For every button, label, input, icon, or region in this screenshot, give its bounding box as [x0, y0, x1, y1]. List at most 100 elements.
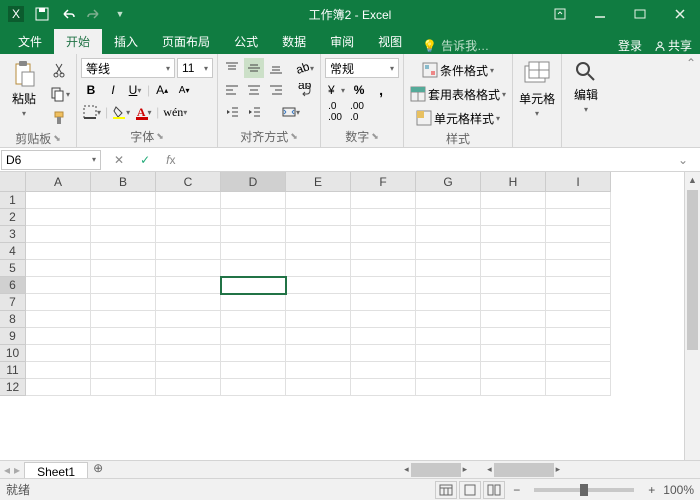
decrease-decimal-button[interactable]: .00.0 — [347, 102, 367, 122]
sheet-nav-prev-icon[interactable]: ▸ — [14, 463, 20, 477]
fill-color-button[interactable]: ▾ — [110, 102, 132, 122]
zoom-level[interactable]: 100% — [663, 483, 694, 497]
tab-审阅[interactable]: 审阅 — [318, 29, 366, 54]
row-header[interactable]: 1 — [0, 192, 26, 209]
cells-button[interactable]: 单元格▾ — [517, 56, 557, 122]
grow-font-button[interactable]: A▴ — [152, 80, 172, 100]
italic-button[interactable]: I — [103, 80, 123, 100]
row-header[interactable]: 12 — [0, 379, 26, 396]
row-header[interactable]: 4 — [0, 243, 26, 260]
enter-formula-icon[interactable]: ✓ — [136, 153, 154, 167]
cell[interactable] — [26, 294, 91, 311]
border-button[interactable]: ▾ — [81, 102, 103, 122]
increase-decimal-button[interactable]: .0.00 — [325, 102, 345, 122]
cell[interactable] — [351, 294, 416, 311]
cell[interactable] — [351, 226, 416, 243]
row-header[interactable]: 8 — [0, 311, 26, 328]
cell[interactable] — [546, 328, 611, 345]
cell[interactable] — [546, 345, 611, 362]
cell[interactable] — [91, 260, 156, 277]
cell[interactable] — [351, 362, 416, 379]
cell[interactable] — [156, 294, 221, 311]
row-header[interactable]: 5 — [0, 260, 26, 277]
cell[interactable] — [351, 345, 416, 362]
cell[interactable] — [286, 362, 351, 379]
cell[interactable] — [481, 379, 546, 396]
cell[interactable] — [156, 243, 221, 260]
increase-indent-button[interactable] — [244, 102, 264, 122]
undo-icon[interactable] — [56, 2, 80, 26]
cell[interactable] — [481, 260, 546, 277]
tab-开始[interactable]: 开始 — [54, 29, 102, 54]
zoom-slider[interactable] — [534, 488, 634, 492]
cell[interactable] — [351, 277, 416, 294]
cell[interactable] — [351, 192, 416, 209]
redo-icon[interactable] — [82, 2, 106, 26]
expand-formula-icon[interactable]: ⌄ — [674, 153, 692, 167]
fx-button[interactable]: fx — [162, 153, 179, 167]
cell[interactable] — [416, 243, 481, 260]
cell[interactable] — [91, 345, 156, 362]
cell[interactable] — [221, 311, 286, 328]
shrink-font-button[interactable]: A▾ — [174, 80, 194, 100]
row-header[interactable]: 3 — [0, 226, 26, 243]
cell[interactable] — [221, 362, 286, 379]
cell[interactable] — [546, 209, 611, 226]
cell[interactable] — [286, 294, 351, 311]
cell[interactable] — [221, 345, 286, 362]
cell[interactable] — [416, 192, 481, 209]
cell[interactable] — [91, 226, 156, 243]
row-header[interactable]: 11 — [0, 362, 26, 379]
cell[interactable] — [546, 243, 611, 260]
new-sheet-button[interactable]: ⊕ — [88, 461, 108, 478]
cell[interactable] — [416, 209, 481, 226]
tab-视图[interactable]: 视图 — [366, 29, 414, 54]
align-middle-button[interactable] — [244, 58, 264, 78]
cell[interactable] — [546, 311, 611, 328]
cell[interactable] — [91, 379, 156, 396]
cell[interactable] — [481, 277, 546, 294]
cell[interactable] — [156, 192, 221, 209]
row-header[interactable]: 2 — [0, 209, 26, 226]
cell[interactable] — [91, 311, 156, 328]
cell[interactable] — [221, 209, 286, 226]
cell[interactable] — [481, 209, 546, 226]
cell-styles-button[interactable]: 单元格样式▾ — [408, 108, 508, 128]
tab-文件[interactable]: 文件 — [6, 29, 54, 54]
paste-button[interactable]: 粘贴▾ — [4, 56, 44, 122]
close-icon[interactable] — [660, 0, 700, 28]
cell[interactable] — [416, 379, 481, 396]
cell[interactable] — [286, 192, 351, 209]
cell[interactable] — [351, 243, 416, 260]
font-name-select[interactable]: 等线▾ — [81, 58, 175, 78]
normal-view-button[interactable] — [435, 481, 457, 499]
cell[interactable] — [416, 362, 481, 379]
cell[interactable] — [26, 192, 91, 209]
cell[interactable] — [221, 277, 286, 294]
collapse-ribbon-icon[interactable]: ⌃ — [682, 54, 700, 147]
percent-button[interactable]: % — [349, 80, 369, 100]
cell[interactable] — [416, 345, 481, 362]
copy-button[interactable]: ▾ — [48, 84, 72, 104]
col-header[interactable]: G — [416, 172, 481, 192]
cell[interactable] — [26, 243, 91, 260]
minimize-icon[interactable] — [580, 0, 620, 28]
cell[interactable] — [26, 379, 91, 396]
number-format-select[interactable]: 常规▾ — [325, 58, 399, 78]
cell[interactable] — [416, 226, 481, 243]
col-header[interactable]: E — [286, 172, 351, 192]
cell[interactable] — [481, 345, 546, 362]
cell[interactable] — [546, 260, 611, 277]
font-size-select[interactable]: 11▾ — [177, 58, 213, 78]
maximize-icon[interactable] — [620, 0, 660, 28]
cell[interactable] — [286, 379, 351, 396]
tab-数据[interactable]: 数据 — [270, 29, 318, 54]
cell[interactable] — [156, 209, 221, 226]
cell[interactable] — [26, 311, 91, 328]
cell[interactable] — [416, 277, 481, 294]
cell[interactable] — [156, 260, 221, 277]
cell[interactable] — [26, 277, 91, 294]
cut-button[interactable] — [48, 60, 72, 80]
cell[interactable] — [481, 192, 546, 209]
cell[interactable] — [481, 294, 546, 311]
